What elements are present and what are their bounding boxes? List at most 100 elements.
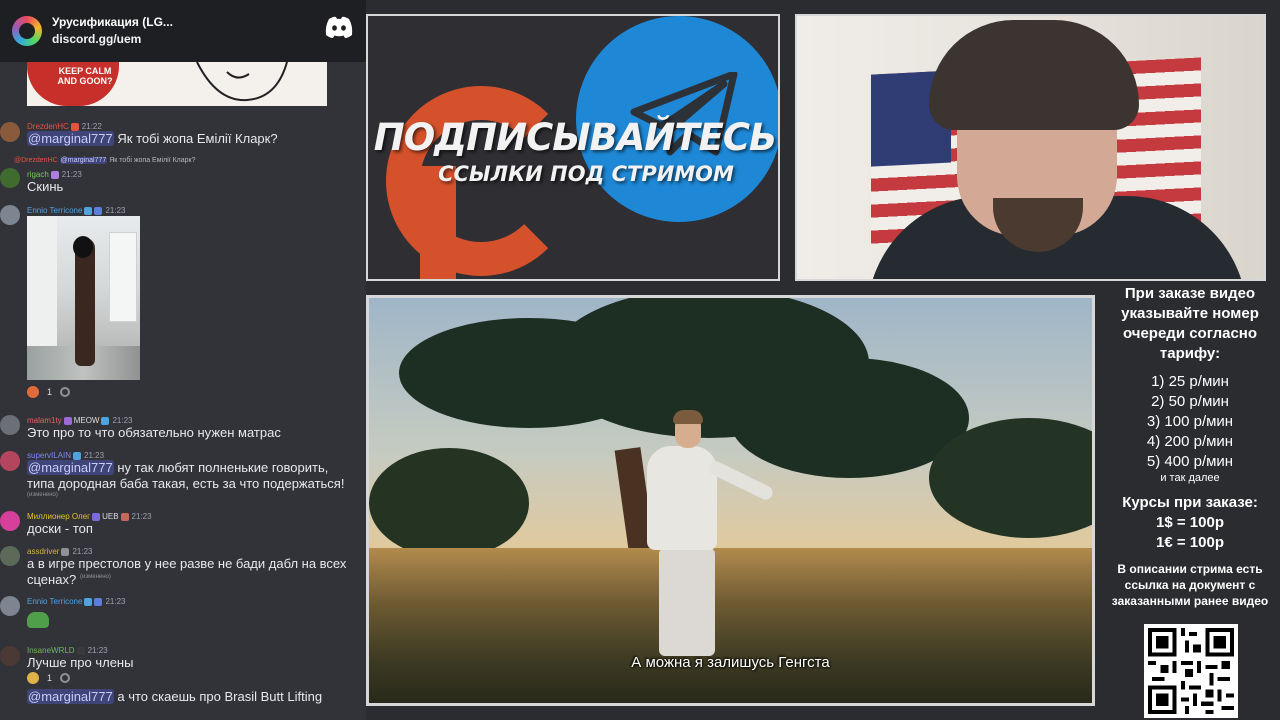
timestamp: 21:23 (84, 451, 105, 460)
timestamp: 21:23 (87, 646, 108, 655)
message-text: а в игре престолов у нее разве не бади д… (27, 556, 347, 587)
avatar[interactable] (0, 596, 20, 616)
attached-photo[interactable] (27, 216, 140, 380)
pepe-emoji-icon (27, 612, 49, 628)
username[interactable]: InsaneWRLD (27, 646, 75, 655)
badge-icon (101, 416, 110, 425)
webcam-feed (795, 14, 1266, 281)
tariff-item: 4) 200 р/мин (1146, 433, 1234, 450)
username[interactable]: assdriver (27, 547, 59, 556)
mention[interactable]: @marginal777 (27, 689, 114, 704)
message-text: Як тобі жопа Емілії Кларк? (117, 131, 278, 146)
video-subtitle: А можна я залишусь Генгста (631, 654, 830, 671)
avatar[interactable] (0, 451, 20, 471)
message-text: Это про то что обязательно нужен матрас (27, 425, 281, 440)
promo-title: ПОДПИСЫВАЙТЕСЬ (373, 116, 777, 159)
message-text: Скинь (27, 179, 64, 194)
avatar[interactable] (0, 205, 20, 225)
man-hoodie (647, 446, 717, 550)
username[interactable]: DrezdenHC (27, 122, 69, 131)
stream-layout: Урусификация (LG... discord.gg/uem KEEP … (0, 0, 1280, 720)
server-name: Урусификация (LG... (52, 15, 173, 29)
field (369, 548, 1092, 703)
info-footer: В описании стрима есть ссылка на докумен… (1111, 562, 1269, 608)
info-heading: При заказе видео указывайте номер очеред… (1121, 285, 1259, 362)
reaction-emoji-icon[interactable] (27, 672, 39, 684)
video-player[interactable]: А можна я залишусь Генгста (366, 295, 1095, 706)
avatar[interactable] (0, 122, 20, 142)
avatar[interactable] (0, 168, 20, 188)
avatar[interactable] (0, 511, 20, 531)
timestamp: 21:23 (72, 547, 93, 556)
badge-icon (94, 206, 103, 215)
discord-logo-icon (325, 16, 353, 38)
qr-code (1144, 624, 1238, 718)
subscribe-banner: ПОДПИСЫВАЙТЕСЬ ССЫЛКИ ПОД СТРИМОМ (366, 14, 780, 281)
badge-icon (73, 451, 82, 460)
badge-icon (70, 122, 79, 131)
message-text: а что скаешь про Brasil Butt Lifting (117, 689, 323, 704)
tariff-list: 1) 25 р/мин 2) 50 р/мин 3) 100 р/мин 4) … (1100, 372, 1280, 485)
timestamp: 21:23 (112, 416, 133, 425)
reaction-bar[interactable]: 1 (27, 384, 71, 400)
badge-icon (120, 512, 129, 521)
add-reaction-icon[interactable] (60, 673, 71, 683)
meme-text: KEEP CALM AND GOON? (57, 66, 113, 86)
badge-icon (76, 646, 85, 655)
man-pants (659, 548, 715, 656)
timestamp: 21:23 (105, 597, 126, 606)
rates-block: Курсы при заказе: 1$ = 100р 1€ = 100р (1100, 493, 1280, 553)
timestamp: 21:22 (81, 122, 102, 131)
edited-label: (изменено) (80, 574, 111, 580)
timestamp: 21:23 (131, 512, 152, 521)
add-reaction-icon[interactable] (60, 387, 71, 397)
timestamp: 21:23 (61, 170, 82, 179)
avatar[interactable] (0, 546, 20, 566)
timestamp: 21:23 (105, 206, 126, 215)
reply-user: @DrezdenHC (14, 157, 58, 164)
reply-text: Як тобі жопа Емілії Кларк? (109, 157, 196, 164)
server-invite-link[interactable]: discord.gg/uem (52, 31, 173, 48)
avatar[interactable] (0, 415, 20, 435)
badge-icon (94, 597, 103, 606)
username[interactable]: rigach (27, 170, 49, 179)
server-header[interactable]: Урусификация (LG... discord.gg/uem (0, 0, 366, 62)
reply-mention: @marginal777 (59, 157, 108, 164)
badge-icon (50, 170, 59, 179)
username[interactable]: malam1ty (27, 416, 62, 425)
badge-icon (84, 597, 93, 606)
tariff-item: 1) 25 р/мин (1151, 373, 1229, 390)
tariff-item: 2) 50 р/мин (1151, 393, 1229, 410)
user-tag: UEB (102, 512, 119, 521)
reaction-count: 1 (47, 387, 53, 397)
discord-chat-panel: Урусификация (LG... discord.gg/uem KEEP … (0, 0, 366, 720)
reaction-emoji-icon[interactable] (27, 386, 39, 398)
meme-sketch (196, 62, 288, 102)
rate-item: 1€ = 100р (1156, 534, 1224, 551)
username[interactable]: Миллионер Олег (27, 512, 90, 521)
message-text: Лучше про члены (27, 655, 134, 670)
rate-item: 1$ = 100р (1156, 514, 1224, 531)
order-info-panel: При заказе видео указывайте номер очеред… (1100, 284, 1280, 609)
reaction-count: 1 (47, 673, 53, 683)
username[interactable]: supervILAIN (27, 451, 71, 460)
username[interactable]: Ennio Terricone (27, 206, 82, 215)
tariff-more: и так далее (1160, 472, 1220, 484)
meme-image[interactable]: KEEP CALM AND GOON? (27, 62, 327, 106)
tariff-item: 3) 100 р/мин (1146, 413, 1234, 430)
username[interactable]: Ennio Terricone (27, 597, 82, 606)
badge-icon (84, 206, 93, 215)
reply-preview[interactable]: @DrezdenHC @marginal777 Як тобі жопа Емі… (14, 157, 196, 164)
badge-icon (63, 416, 72, 425)
message-text: доски - топ (27, 521, 93, 536)
promo-subtitle: ССЫЛКИ ПОД СТРИМОМ (438, 162, 734, 186)
server-icon (12, 16, 42, 46)
rates-title: Курсы при заказе: (1122, 494, 1258, 511)
avatar[interactable] (0, 646, 20, 666)
mention[interactable]: @marginal777 (27, 131, 114, 146)
mention[interactable]: @marginal777 (27, 460, 114, 475)
badge-icon (61, 547, 70, 556)
badge-icon (92, 512, 101, 521)
reaction-bar[interactable]: 1 (27, 670, 71, 686)
tariff-item: 5) 400 р/мин (1146, 453, 1234, 470)
